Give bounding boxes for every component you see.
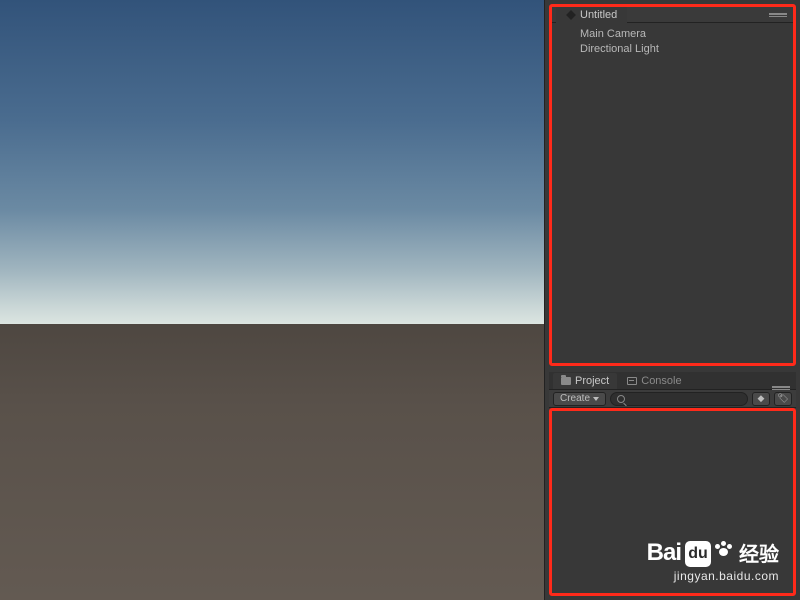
- hierarchy-panel: Untitled Main Camera Directional Light: [549, 4, 796, 366]
- tab-label: Console: [641, 375, 681, 387]
- tag-icon: 🏷: [777, 393, 788, 404]
- paw-icon: [715, 541, 733, 557]
- panel-menu[interactable]: [772, 386, 796, 389]
- project-tabbar: Project Console: [549, 372, 796, 390]
- hierarchy-item[interactable]: Main Camera: [580, 27, 793, 42]
- project-panel: Project Console Create: [549, 372, 796, 596]
- create-button[interactable]: Create: [553, 392, 606, 406]
- watermark-url: jingyan.baidu.com: [647, 569, 779, 583]
- hierarchy-tabbar: Untitled: [552, 7, 793, 23]
- panel-menu-icon: [772, 386, 790, 389]
- right-column: Untitled Main Camera Directional Light P…: [545, 0, 800, 600]
- tab-project[interactable]: Project: [553, 373, 617, 389]
- watermark: Bai du 经验 jingyan.baidu.com: [647, 538, 779, 583]
- chevron-down-icon: [593, 397, 599, 401]
- project-toolbar: Create ◆ 🏷: [549, 390, 796, 408]
- scene-viewport[interactable]: [0, 0, 545, 600]
- hierarchy-item[interactable]: Directional Light: [580, 42, 793, 57]
- project-body[interactable]: Bai du 经验 jingyan.baidu.com: [549, 408, 796, 596]
- app-root: Untitled Main Camera Directional Light P…: [0, 0, 800, 600]
- scene-tab[interactable]: Untitled: [556, 7, 627, 23]
- search-input[interactable]: [610, 392, 748, 406]
- filter-by-type-button[interactable]: ◆: [752, 392, 770, 406]
- create-label: Create: [560, 393, 590, 404]
- watermark-brand-left: Bai: [647, 539, 681, 567]
- unity-logo-icon: [566, 10, 576, 20]
- hierarchy-body[interactable]: Main Camera Directional Light: [552, 23, 793, 57]
- filter-by-label-button[interactable]: 🏷: [774, 392, 792, 406]
- panel-menu-icon: [769, 13, 787, 16]
- tab-console[interactable]: Console: [619, 373, 689, 389]
- panel-menu[interactable]: [769, 13, 793, 16]
- folder-icon: [561, 377, 571, 385]
- watermark-brand-box: du: [685, 541, 711, 567]
- scene-tab-title: Untitled: [580, 9, 617, 21]
- watermark-brand-cn: 经验: [739, 538, 779, 567]
- filter-icon: ◆: [758, 393, 765, 404]
- tab-label: Project: [575, 375, 609, 387]
- search-icon: [617, 395, 625, 403]
- console-icon: [627, 377, 637, 385]
